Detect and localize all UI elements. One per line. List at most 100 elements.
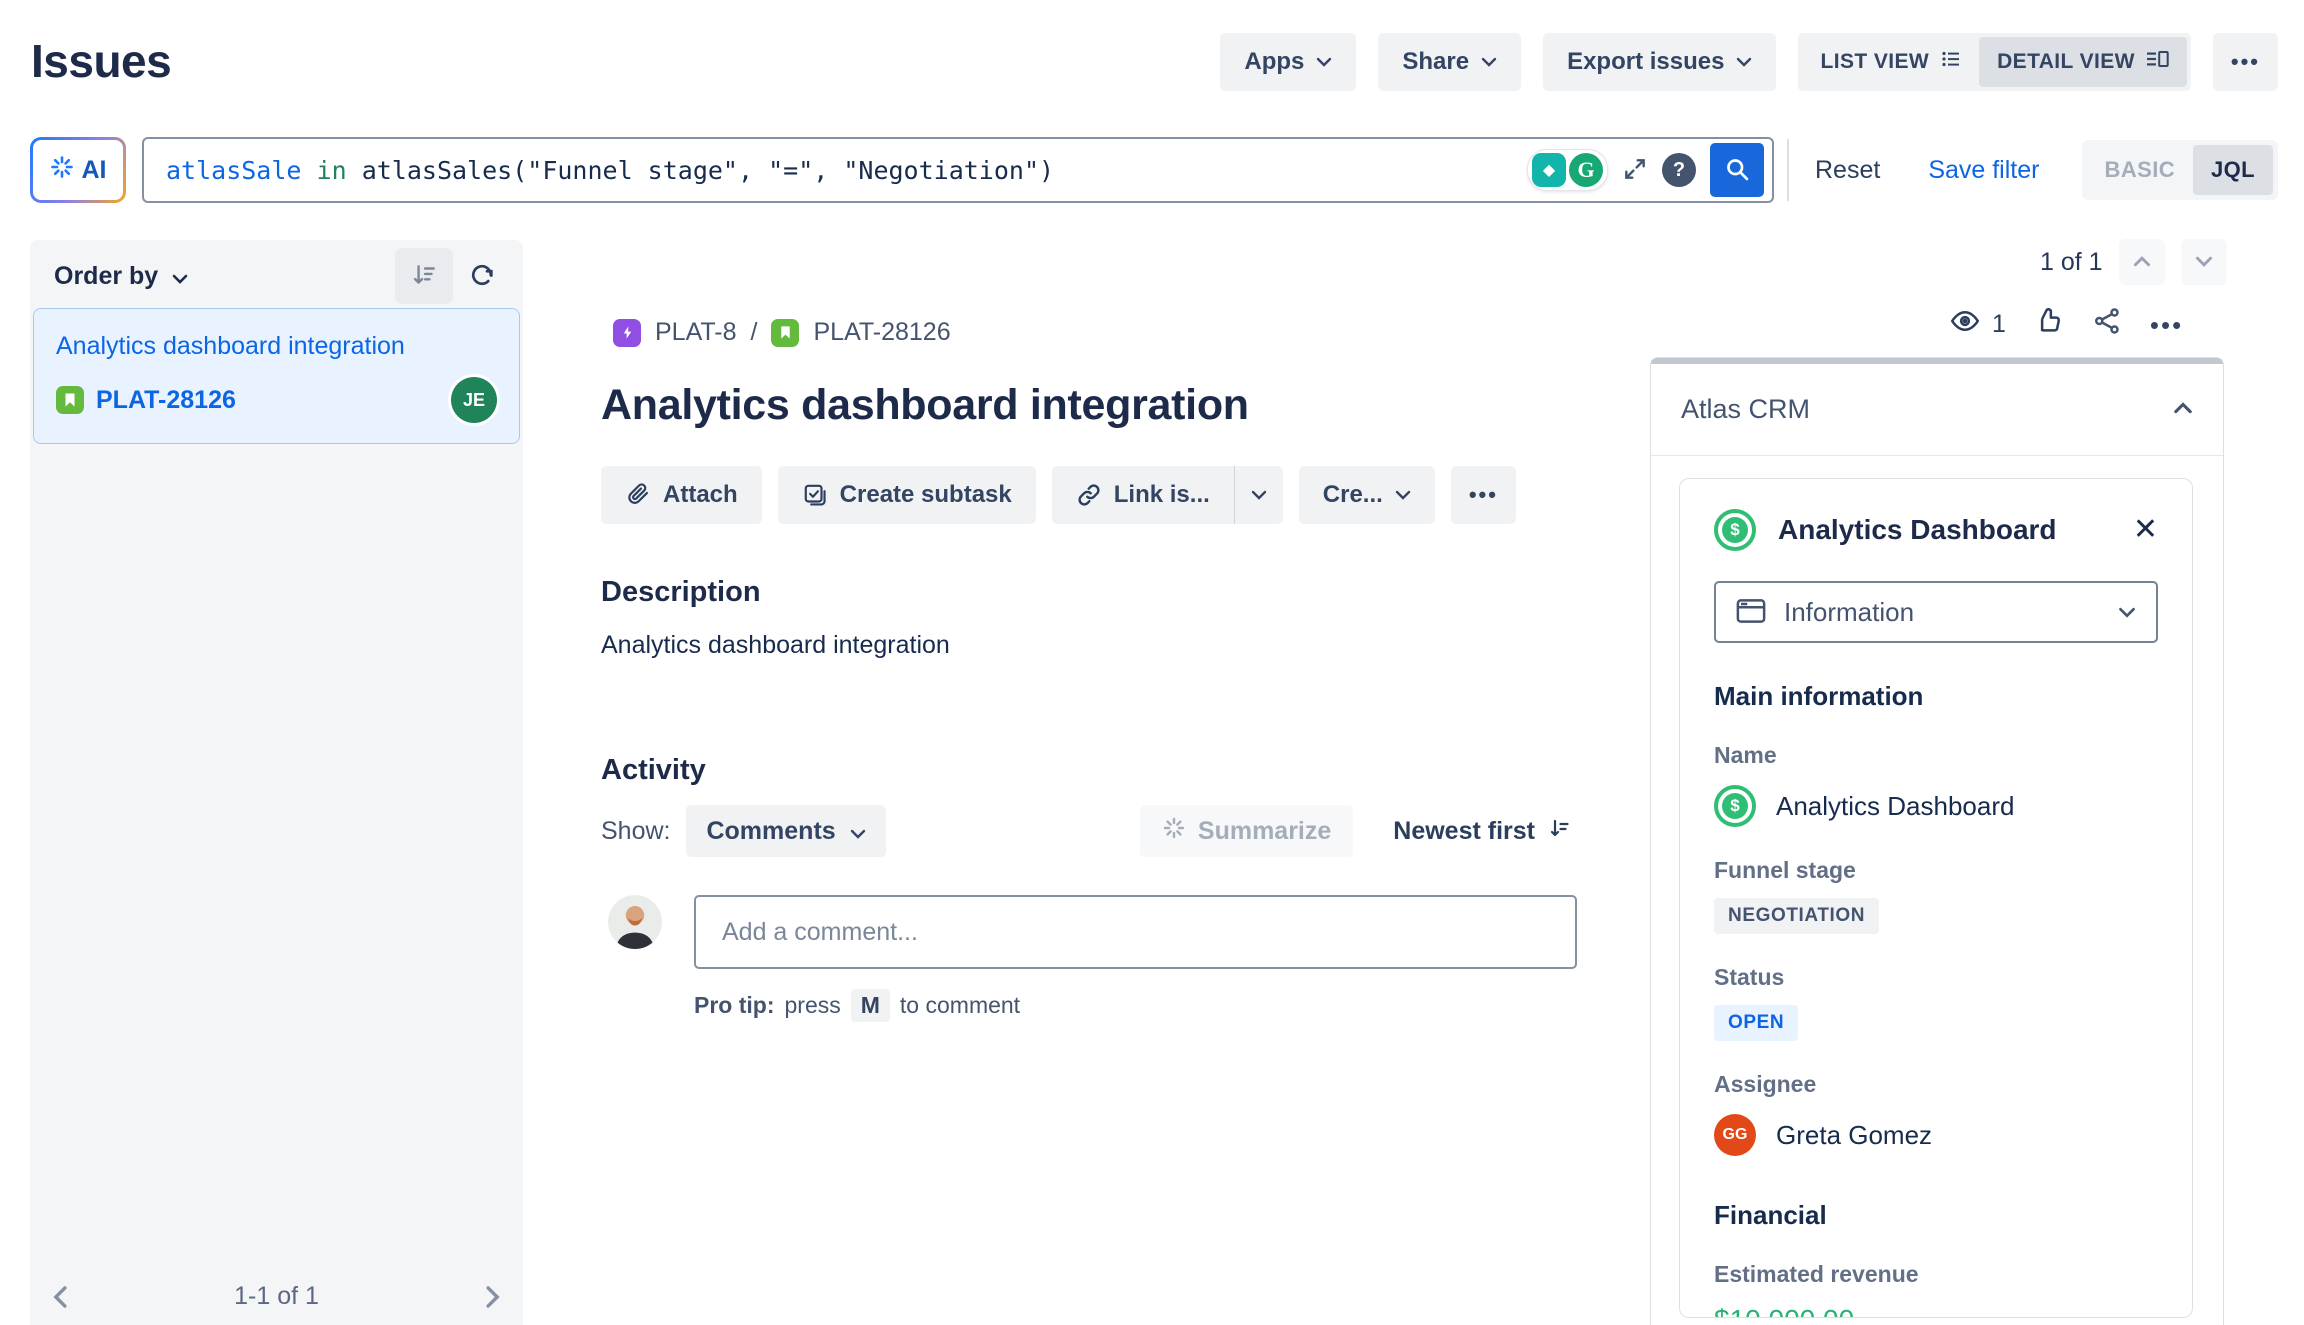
protip-label: Pro tip: [694,992,775,1019]
create-dropdown-button[interactable]: Cre... [1299,466,1435,524]
expand-editor-button[interactable] [1622,156,1648,185]
assignee-name: Greta Gomez [1776,1120,1932,1151]
sidebar-pagination: 1-1 of 1 [30,1282,523,1311]
link-issue-button[interactable]: Link is... [1052,466,1234,524]
apps-button[interactable]: Apps [1220,33,1356,91]
jql-operator: in [317,156,347,185]
main-information-heading: Main information [1714,681,2158,712]
basic-mode-tab[interactable]: BASIC [2087,145,2193,195]
attach-button[interactable]: Attach [601,466,762,524]
order-by-dropdown[interactable]: Order by [54,262,188,291]
question-mark-icon: ? [1673,159,1685,182]
sparkle-icon [1162,816,1186,847]
crm-view-value: Information [1784,597,1914,628]
detail-view-label: DETAIL VIEW [1997,50,2135,74]
export-issues-label: Export issues [1567,48,1724,76]
crm-panel-header[interactable]: Atlas CRM [1651,364,2223,456]
topbar-more-button[interactable]: ••• [2213,33,2278,91]
save-filter-button[interactable]: Save filter [1928,156,2039,185]
share-label: Share [1402,48,1469,76]
assignee-row[interactable]: GG Greta Gomez [1714,1114,2158,1156]
jql-search-row: AI atlasSale in atlasSales("Funnel stage… [30,137,2278,203]
close-card-button[interactable]: ✕ [2133,515,2158,545]
crm-card-title: Analytics Dashboard [1778,514,2057,546]
ai-label: AI [82,156,107,185]
like-button[interactable] [2034,306,2064,343]
next-page-button[interactable] [481,1284,503,1310]
current-user-avatar[interactable] [608,895,662,949]
status-label: Status [1714,964,2158,991]
refresh-button[interactable] [453,248,511,304]
detail-view-icon [2147,49,2169,75]
subtask-icon [802,482,828,508]
activity-filter-dropdown[interactable]: Comments [686,805,885,857]
jql-input[interactable]: atlasSale in atlasSales("Funnel stage", … [142,137,1774,203]
jql-field: atlasSale [166,156,301,185]
chevron-down-icon [1316,57,1332,67]
more-icon: ••• [2150,312,2183,338]
view-switcher: LIST VIEW DETAIL VIEW [1798,33,2190,91]
name-value-row[interactable]: $ Analytics Dashboard [1714,785,2158,827]
actions-more-button[interactable]: ••• [1451,466,1516,524]
assignee-label: Assignee [1714,1071,2158,1098]
sort-direction-button[interactable] [395,248,453,304]
assignee-avatar[interactable]: JE [451,377,497,423]
chevron-down-icon [850,817,866,846]
comment-input[interactable] [694,895,1577,969]
name-value: Analytics Dashboard [1776,791,2014,822]
previous-issue-button[interactable] [2119,239,2165,285]
crm-card-header: $ Analytics Dashboard ✕ [1714,509,2158,551]
page-title: Issues [31,34,171,88]
protip: Pro tip: press M to comment [694,989,1577,1022]
description-body[interactable]: Analytics dashboard integration [601,631,1577,660]
attach-label: Attach [663,481,738,509]
link-issue-menu-button[interactable] [1235,466,1283,524]
estimated-revenue-value: $10,000.00 [1714,1304,2158,1318]
list-view-tab[interactable]: LIST VIEW [1802,37,1979,87]
funnel-stage-badge: NEGOTIATION [1714,898,1879,934]
financial-heading: Financial [1714,1200,2158,1231]
export-issues-button[interactable]: Export issues [1543,33,1776,91]
detail-pager: 1 of 1 [2040,239,2227,285]
issue-list-item[interactable]: Analytics dashboard integration PLAT-281… [33,308,520,444]
ai-button[interactable]: AI [30,137,126,203]
search-button[interactable] [1710,143,1764,197]
thumbs-up-icon [2034,306,2064,343]
share-icon [2092,306,2122,343]
crm-view-selector[interactable]: Information [1714,581,2158,643]
issue-toolbar: 1 ••• [1948,306,2183,343]
detail-view-tab[interactable]: DETAIL VIEW [1979,37,2187,87]
jql-mode-tab[interactable]: JQL [2193,145,2273,195]
prev-page-button[interactable] [50,1284,72,1310]
extension-bulb-icon[interactable]: ◆ [1532,153,1566,187]
next-issue-button[interactable] [2181,239,2227,285]
grammarly-icon[interactable]: G [1569,153,1603,187]
issue-title: Analytics dashboard integration [601,381,1577,430]
jql-query-text: atlasSale in atlasSales("Funnel stage", … [166,156,1054,185]
chevron-up-icon [2133,255,2151,270]
order-by-label: Order by [54,262,158,291]
breadcrumb: PLAT-8 / PLAT-28126 [601,318,1577,347]
jql-tools: ◆ G ? [1527,139,1764,201]
share-issue-button[interactable] [2092,306,2122,343]
chevron-down-icon [1251,490,1267,500]
collapse-panel-button[interactable] [2173,402,2193,417]
share-button[interactable]: Share [1378,33,1521,91]
chevron-down-icon [2195,255,2213,270]
breadcrumb-issue-link[interactable]: PLAT-28126 [813,318,950,347]
reset-button[interactable]: Reset [1815,156,1880,185]
estimated-revenue-label: Estimated revenue [1714,1261,2158,1288]
create-subtask-button[interactable]: Create subtask [778,466,1036,524]
watch-button[interactable]: 1 [1948,306,2006,343]
story-icon [771,319,799,347]
refresh-icon [468,261,496,292]
issue-more-button[interactable]: ••• [2150,312,2183,338]
name-label: Name [1714,742,2158,769]
summarize-button[interactable]: Summarize [1140,805,1353,857]
syntax-help-button[interactable]: ? [1662,153,1696,187]
comment-sort-button[interactable]: Newest first [1393,816,1571,847]
card-window-icon [1736,598,1766,627]
comment-composer [601,895,1577,969]
breadcrumb-parent-link[interactable]: PLAT-8 [655,318,737,347]
protip-press: press [785,992,841,1019]
